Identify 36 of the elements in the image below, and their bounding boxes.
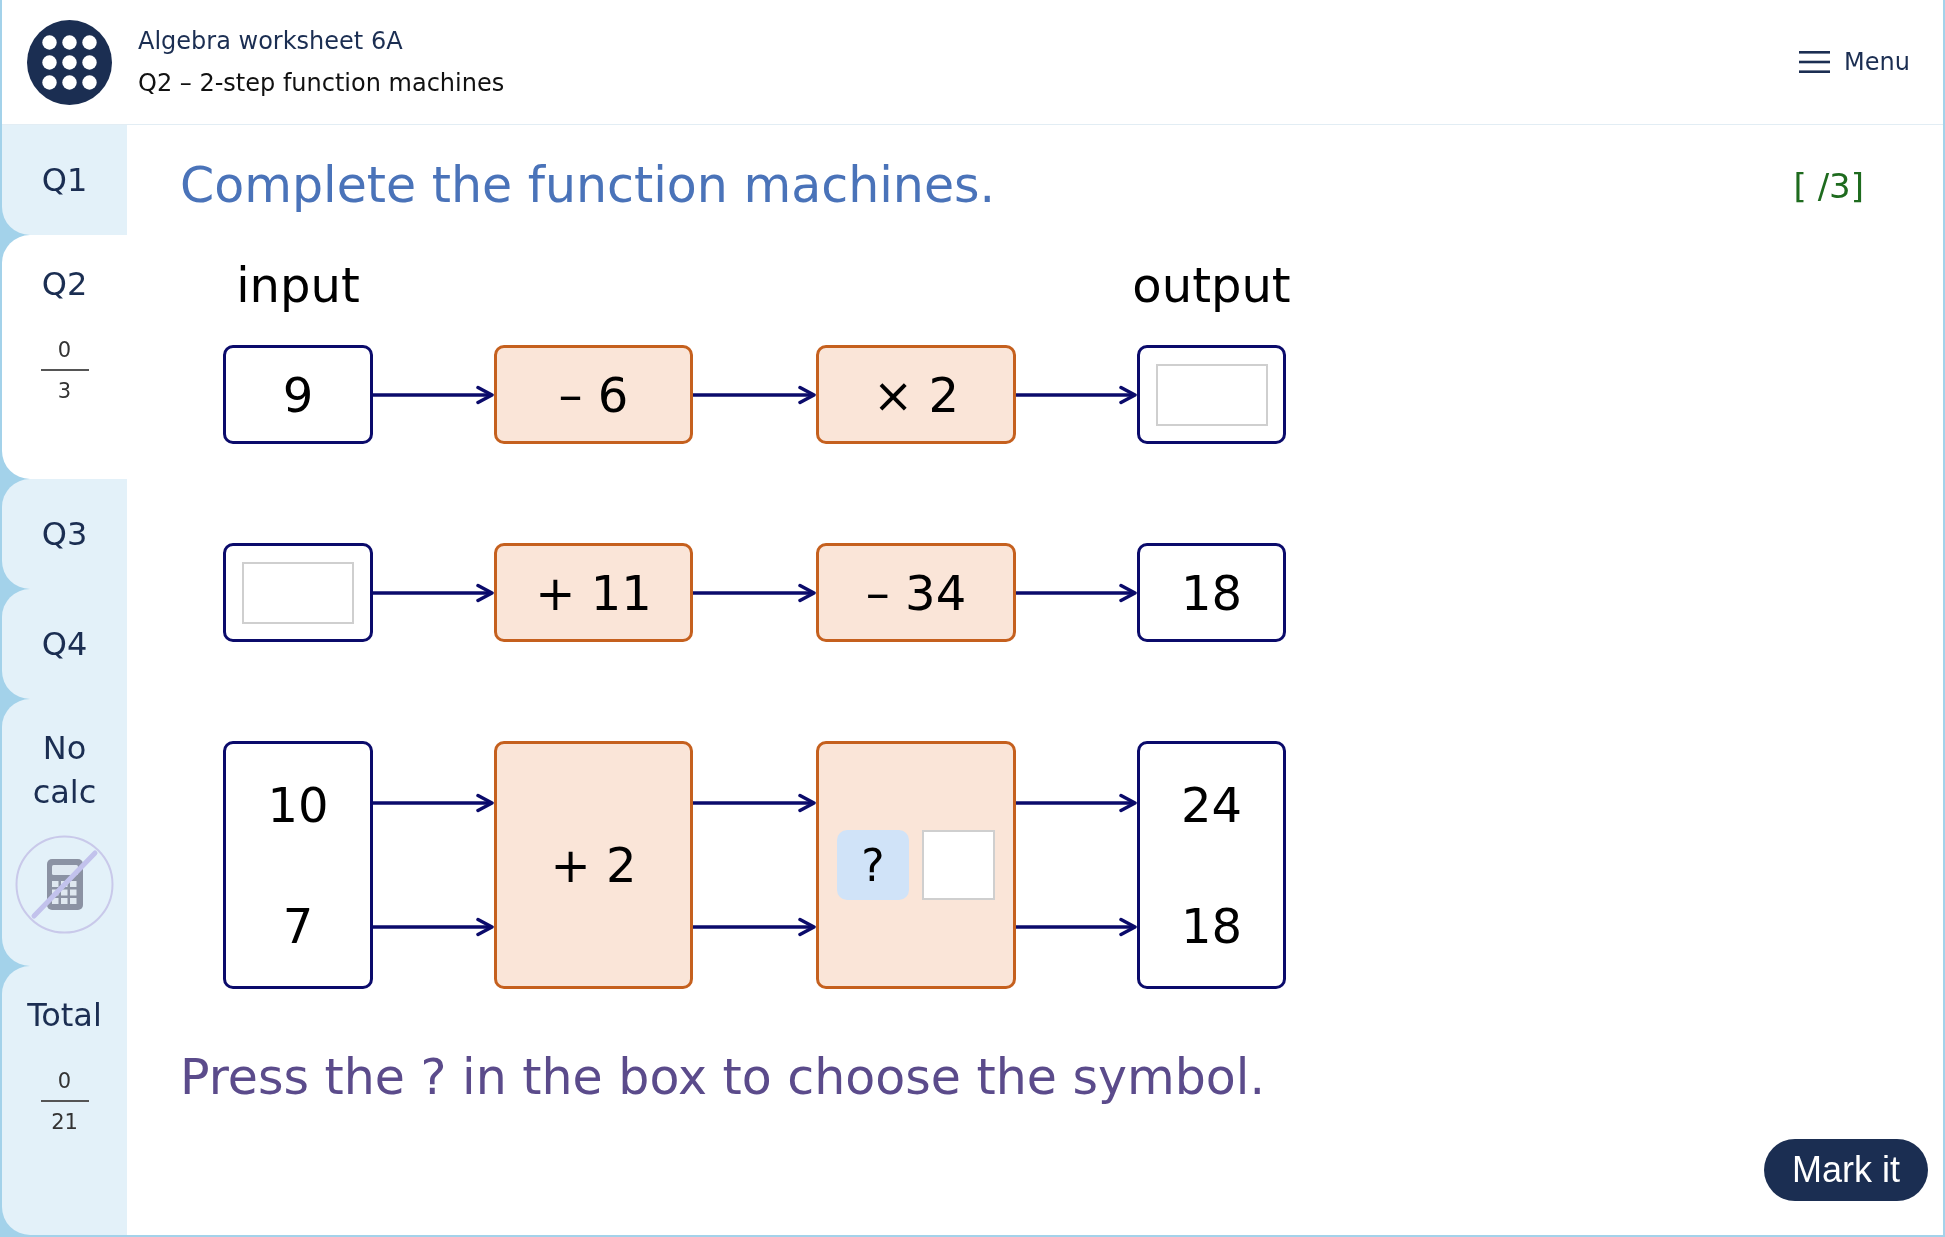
function-step: + 2	[494, 741, 693, 989]
end-number: 18	[1180, 897, 1243, 954]
worksheet-title: Algebra worksheet 6A	[138, 26, 404, 57]
answer-box[interactable]	[1155, 363, 1268, 426]
total-label: Total	[27, 995, 102, 1036]
question-tab[interactable]: Q3	[2, 479, 127, 589]
end-number: 24	[1180, 776, 1243, 833]
function-step: × 2	[816, 345, 1016, 444]
start-number: 10	[267, 776, 329, 833]
question-tab[interactable]: Q4	[2, 589, 127, 699]
score-value: 0	[57, 1069, 72, 1093]
score-total: 21	[51, 1110, 78, 1134]
score-total: 3	[57, 379, 72, 403]
start-number: 9	[282, 366, 314, 423]
end-number: 18	[1180, 564, 1243, 621]
function-step: – 34	[816, 543, 1016, 642]
output-heading: output	[1132, 257, 1291, 313]
function-step: + 11	[494, 543, 693, 642]
input-heading: input	[236, 257, 360, 313]
mark-button[interactable]: Mark it	[1764, 1139, 1928, 1201]
dot-grid-logo-icon	[27, 19, 112, 105]
start-number: 7	[282, 897, 314, 954]
menu-button[interactable]: Menu	[1799, 44, 1910, 80]
answer-box[interactable]	[922, 830, 995, 900]
question-tab[interactable]: Q1	[2, 125, 127, 235]
question-subtitle: Q2 – 2-step function machines	[138, 68, 505, 99]
calculator-label: No calc	[31, 728, 98, 813]
menu-icon	[1799, 50, 1831, 74]
answer-box[interactable]	[242, 561, 354, 624]
question-prompt: Complete the function machines.	[180, 156, 996, 216]
hint-text: Press the ? in the box to choose the symbol.	[180, 1048, 1266, 1108]
score-value: 0	[57, 338, 72, 362]
marks-label: [ /3]	[1793, 165, 1864, 208]
function-step: – 6	[494, 345, 693, 444]
question-tab[interactable]: Q2 0 3	[2, 235, 127, 479]
symbol-button[interactable]: ?	[837, 830, 909, 900]
